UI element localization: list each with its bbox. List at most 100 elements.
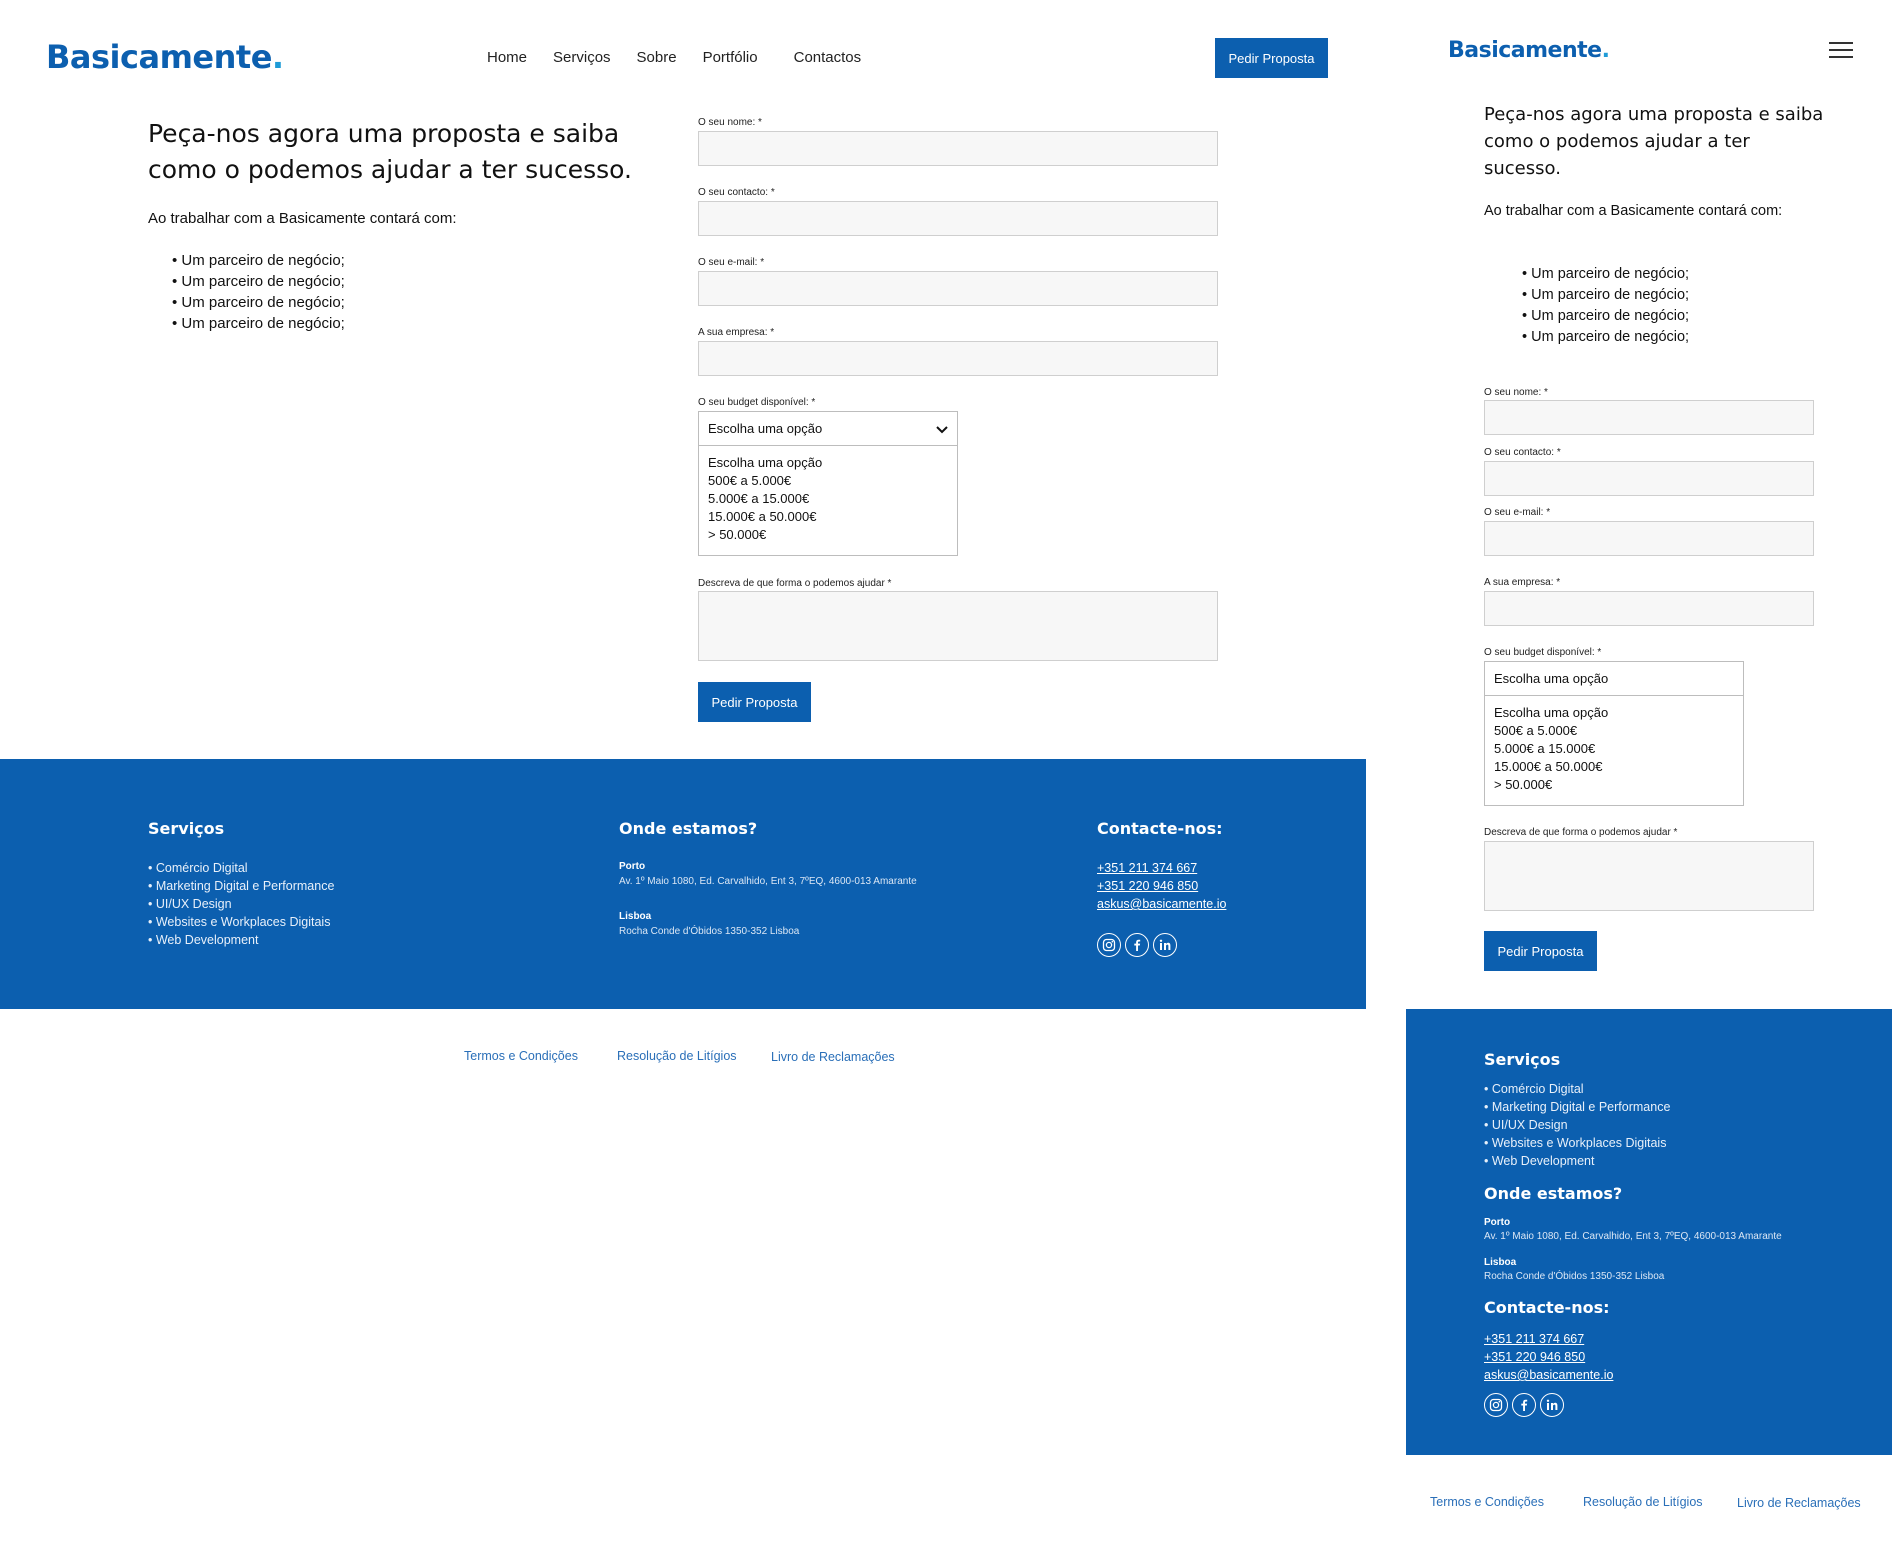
phone-link[interactable]: +351 211 374 667 — [1484, 1330, 1613, 1348]
list-item: Um parceiro de negócio; — [1522, 327, 1689, 348]
budget-label: O seu budget disponível: * — [1484, 647, 1602, 658]
footer-contact-title: Contacte-nos: — [1484, 1298, 1610, 1317]
complaints-link[interactable]: Livro de Reclamações — [1737, 1496, 1861, 1510]
list-item: Um parceiro de negócio; — [172, 313, 344, 334]
instagram-icon[interactable] — [1484, 1393, 1508, 1417]
list-item: Um parceiro de negócio; — [172, 271, 344, 292]
list-item[interactable]: UI/UX Design — [148, 895, 334, 913]
facebook-icon[interactable] — [1125, 933, 1149, 957]
nav-contacts[interactable]: Contactos — [794, 49, 862, 66]
porto-city: Porto — [619, 861, 646, 872]
list-item[interactable]: Comércio Digital — [1484, 1080, 1670, 1098]
list-item[interactable]: Web Development — [148, 931, 334, 949]
description-textarea[interactable] — [698, 591, 1218, 661]
hero-intro: Ao trabalhar com a Basicamente contará c… — [1484, 203, 1783, 219]
email-field[interactable] — [1484, 521, 1814, 556]
footer: Serviços Comércio Digital Marketing Digi… — [1406, 1009, 1892, 1455]
footer-location-title: Onde estamos? — [619, 819, 758, 838]
footer-services-title: Serviços — [148, 819, 225, 838]
company-field[interactable] — [698, 341, 1218, 376]
benefits-list: Um parceiro de negócio; Um parceiro de n… — [1522, 264, 1689, 348]
footer-contact-links: +351 211 374 667 +351 220 946 850 askus@… — [1484, 1330, 1613, 1384]
company-field[interactable] — [1484, 591, 1814, 626]
list-item[interactable]: Comércio Digital — [148, 859, 334, 877]
terms-link[interactable]: Termos e Condições — [1430, 1495, 1544, 1509]
description-label: Descreva de que forma o podemos ajudar * — [698, 578, 892, 589]
footer-location-title: Onde estamos? — [1484, 1184, 1623, 1203]
nav-home[interactable]: Home — [487, 49, 527, 66]
facebook-icon[interactable] — [1512, 1393, 1536, 1417]
submit-button[interactable]: Pedir Proposta — [1484, 931, 1597, 971]
budget-option[interactable]: 15.000€ a 50.000€ — [1494, 758, 1734, 776]
budget-option[interactable]: 15.000€ a 50.000€ — [708, 508, 948, 526]
budget-option[interactable]: > 50.000€ — [1494, 776, 1734, 794]
nav-portfolio[interactable]: Portfólio — [703, 49, 758, 66]
email-field[interactable] — [698, 271, 1218, 306]
list-item: Um parceiro de negócio; — [172, 292, 344, 313]
budget-option[interactable]: 5.000€ a 15.000€ — [1494, 740, 1734, 758]
disputes-link[interactable]: Resolução de Litígios — [617, 1049, 737, 1063]
name-label: O seu nome: * — [1484, 387, 1548, 398]
budget-select[interactable]: Escolha uma opção — [1484, 661, 1744, 696]
budget-selected-value: Escolha uma opção — [708, 421, 823, 436]
list-item[interactable]: Marketing Digital e Performance — [1484, 1098, 1671, 1116]
budget-options: Escolha uma opção 500€ a 5.000€ 5.000€ a… — [698, 446, 958, 556]
complaints-link[interactable]: Livro de Reclamações — [771, 1050, 895, 1064]
budget-option[interactable]: 5.000€ a 15.000€ — [708, 490, 948, 508]
footer-contact-title: Contacte-nos: — [1097, 819, 1223, 838]
brand-logo[interactable]: Basicamente. — [1448, 38, 1610, 63]
submit-button[interactable]: Pedir Proposta — [698, 682, 811, 722]
linkedin-icon[interactable] — [1540, 1393, 1564, 1417]
lisboa-city: Lisboa — [1484, 1257, 1517, 1268]
phone-link[interactable]: +351 220 946 850 — [1484, 1348, 1613, 1366]
lisboa-address: Rocha Conde d'Óbidos 1350-352 Lisboa — [619, 926, 800, 937]
lisboa-city: Lisboa — [619, 911, 652, 922]
chevron-down-icon — [936, 425, 948, 433]
company-label: A sua empresa: * — [1484, 577, 1561, 588]
description-label: Descreva de que forma o podemos ajudar * — [1484, 827, 1678, 838]
list-item[interactable]: Marketing Digital e Performance — [148, 877, 335, 895]
hero-intro: Ao trabalhar com a Basicamente contará c… — [148, 210, 457, 227]
email-label: O seu e-mail: * — [1484, 507, 1551, 518]
footer: Serviços Comércio Digital Marketing Digi… — [0, 759, 1366, 1009]
social-links — [1097, 933, 1177, 957]
phone-link[interactable]: +351 220 946 850 — [1097, 877, 1226, 895]
hamburger-menu-icon[interactable] — [1829, 42, 1853, 58]
name-label: O seu nome: * — [698, 117, 762, 128]
brand-logo[interactable]: Basicamente. — [46, 38, 284, 76]
budget-option[interactable]: Escolha uma opção — [708, 454, 948, 472]
header-cta-button[interactable]: Pedir Proposta — [1215, 38, 1328, 78]
hero-title: Peça-nos agora uma proposta e saiba como… — [1484, 104, 1824, 179]
lisboa-address: Rocha Conde d'Óbidos 1350-352 Lisboa — [1484, 1271, 1665, 1282]
list-item[interactable]: Websites e Workplaces Digitais — [1484, 1134, 1670, 1152]
hero-title: Peça-nos agora uma proposta e saiba como… — [148, 119, 632, 184]
list-item[interactable]: Websites e Workplaces Digitais — [148, 913, 334, 931]
terms-link[interactable]: Termos e Condições — [464, 1049, 578, 1063]
email-label: O seu e-mail: * — [698, 257, 765, 268]
budget-option[interactable]: 500€ a 5.000€ — [1494, 722, 1734, 740]
budget-label: O seu budget disponível: * — [698, 397, 816, 408]
linkedin-icon[interactable] — [1153, 933, 1177, 957]
name-field[interactable] — [698, 131, 1218, 166]
budget-option[interactable]: Escolha uma opção — [1494, 704, 1734, 722]
email-link[interactable]: askus@basicamente.io — [1484, 1366, 1613, 1384]
budget-option[interactable]: 500€ a 5.000€ — [708, 472, 948, 490]
list-item: Um parceiro de negócio; — [1522, 264, 1689, 285]
list-item[interactable]: Web Development — [1484, 1152, 1670, 1170]
instagram-icon[interactable] — [1097, 933, 1121, 957]
name-field[interactable] — [1484, 400, 1814, 435]
budget-select[interactable]: Escolha uma opção — [698, 411, 958, 446]
nav-services[interactable]: Serviços — [553, 49, 611, 66]
description-textarea[interactable] — [1484, 841, 1814, 911]
nav-about[interactable]: Sobre — [637, 49, 677, 66]
social-links — [1484, 1393, 1564, 1417]
email-link[interactable]: askus@basicamente.io — [1097, 895, 1226, 913]
list-item[interactable]: UI/UX Design — [1484, 1116, 1670, 1134]
budget-selected-value: Escolha uma opção — [1494, 671, 1609, 686]
contact-field[interactable] — [698, 201, 1218, 236]
disputes-link[interactable]: Resolução de Litígios — [1583, 1495, 1703, 1509]
budget-option[interactable]: > 50.000€ — [708, 526, 948, 544]
contact-field[interactable] — [1484, 461, 1814, 496]
phone-link[interactable]: +351 211 374 667 — [1097, 859, 1226, 877]
list-item: Um parceiro de negócio; — [1522, 285, 1689, 306]
